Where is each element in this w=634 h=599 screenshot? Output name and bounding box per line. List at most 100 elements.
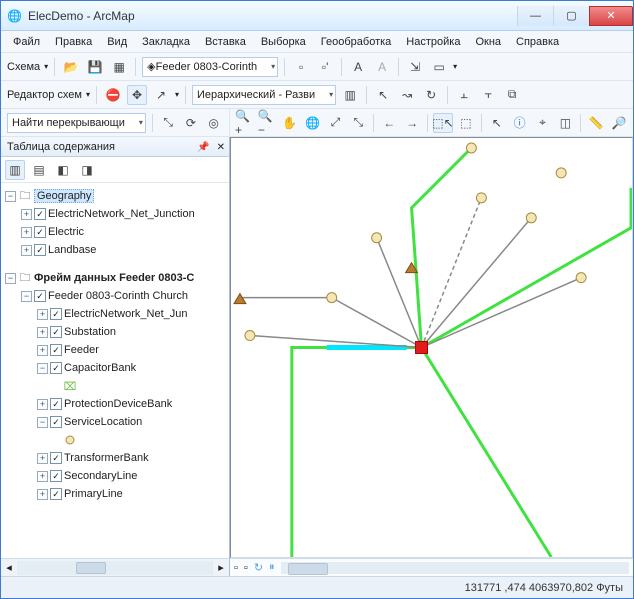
close-button[interactable]: ✕ xyxy=(589,6,633,26)
collapse-icon[interactable]: − xyxy=(21,291,32,302)
map-view[interactable] xyxy=(230,137,633,558)
collapse-icon[interactable]: − xyxy=(37,363,48,374)
fixed-zoomout-button[interactable]: ⤡ xyxy=(348,113,368,133)
expand-icon[interactable]: + xyxy=(37,489,48,500)
find-dropdown[interactable]: Найти перекрывающи ▾ xyxy=(7,113,146,133)
menu-bookmarks[interactable]: Закладка xyxy=(136,34,196,50)
menu-geoprocessing[interactable]: Геообработка xyxy=(315,34,398,50)
list-by-selection-button[interactable]: ◨ xyxy=(77,160,97,180)
select-tool-button[interactable]: ↖ xyxy=(373,85,393,105)
data-view-button[interactable]: ▫ xyxy=(234,562,238,574)
zoom-out-button[interactable]: 🔍− xyxy=(257,113,277,133)
expand-icon[interactable]: + xyxy=(21,209,32,220)
generate-button[interactable]: ⇲ xyxy=(405,57,425,77)
feeder-dropdown[interactable]: ◈ Feeder 0803-Corinth ▾ xyxy=(142,57,278,77)
schematic-menu-caret[interactable]: ▾ xyxy=(44,62,48,71)
menu-help[interactable]: Справка xyxy=(510,34,565,50)
layer-item[interactable]: Feeder xyxy=(64,344,99,356)
editor-menu-caret[interactable]: ▾ xyxy=(86,90,90,99)
menu-edit[interactable]: Правка xyxy=(49,34,98,50)
layer-item[interactable]: Electric xyxy=(48,226,84,238)
expand-icon[interactable]: + xyxy=(37,345,48,356)
net-tool1-button[interactable]: ⤡ xyxy=(159,113,178,133)
caret-icon[interactable]: ▾ xyxy=(453,62,457,71)
layer-item[interactable]: ServiceLocation xyxy=(64,416,142,428)
full-extent-button[interactable]: 🌐 xyxy=(303,113,323,133)
menu-selection[interactable]: Выборка xyxy=(255,34,312,50)
save-diagram-button[interactable]: 💾 xyxy=(85,57,105,77)
minimize-button[interactable]: — xyxy=(517,6,553,26)
collapse-icon[interactable]: − xyxy=(5,273,16,284)
layer-item[interactable]: SecondaryLine xyxy=(64,470,137,482)
align-h-button[interactable]: ⫠ xyxy=(454,85,474,105)
checkbox[interactable]: ✓ xyxy=(50,344,62,356)
layer-item[interactable]: PrimaryLine xyxy=(64,488,123,500)
html-popup-button[interactable]: ◫ xyxy=(556,113,576,133)
find-button[interactable]: 🔎 xyxy=(609,113,629,133)
expand-icon[interactable]: + xyxy=(37,327,48,338)
stop-editing-button[interactable]: ⛔ xyxy=(103,85,123,105)
move-tool-button[interactable]: ✥ xyxy=(127,85,147,105)
checkbox[interactable]: ✓ xyxy=(50,362,62,374)
rotate-tool-button[interactable]: ↻ xyxy=(421,85,441,105)
pointer-button[interactable]: ↖ xyxy=(487,113,507,133)
zoom-in-button[interactable]: 🔍+ xyxy=(234,113,254,133)
layer-feeder-root[interactable]: Feeder 0803-Corinth Church xyxy=(48,290,188,302)
checkbox[interactable]: ✓ xyxy=(50,452,62,464)
collapse-icon[interactable]: − xyxy=(37,417,48,428)
fixed-zoomin-button[interactable]: ⤢ xyxy=(326,113,346,133)
measure-button[interactable]: 📏 xyxy=(586,113,606,133)
propagate2-button[interactable]: ▫' xyxy=(315,57,335,77)
checkbox[interactable]: ✓ xyxy=(50,470,62,482)
pan-button[interactable]: ✋ xyxy=(280,113,300,133)
back-button[interactable]: ← xyxy=(379,113,399,133)
layer-geography[interactable]: Geography xyxy=(34,189,94,203)
layout-dropdown[interactable]: Иерархический - Разви ▾ xyxy=(192,85,336,105)
checkbox[interactable]: ✓ xyxy=(34,208,46,220)
collapse-icon[interactable]: − xyxy=(5,191,16,202)
identify-button[interactable]: ⓘ xyxy=(510,113,530,133)
menu-file[interactable]: Файл xyxy=(7,34,46,50)
checkbox[interactable]: ✓ xyxy=(34,244,46,256)
edit-vertices-button[interactable]: ↗ xyxy=(151,85,171,105)
expand-icon[interactable]: + xyxy=(21,227,32,238)
hyperlink-button[interactable]: ⌖ xyxy=(533,113,553,133)
checkbox[interactable]: ✓ xyxy=(50,326,62,338)
net-tool2-button[interactable]: ⟳ xyxy=(182,113,201,133)
pin-icon[interactable]: 📌 xyxy=(197,142,209,153)
caret-icon[interactable]: ▾ xyxy=(175,90,179,99)
apply-layout-button[interactable]: ▥ xyxy=(340,85,360,105)
toc-scrollbar[interactable]: ◂ ▸ xyxy=(1,558,229,576)
menu-windows[interactable]: Окна xyxy=(469,34,507,50)
layer-item[interactable]: Substation xyxy=(64,326,116,338)
layer-item[interactable]: Landbase xyxy=(48,244,96,256)
list-by-drawing-button[interactable]: ▥ xyxy=(5,160,25,180)
trace-tool-button[interactable]: ↝ xyxy=(397,85,417,105)
layer-item[interactable]: TransformerBank xyxy=(64,452,149,464)
layer-item[interactable]: ProtectionDeviceBank xyxy=(64,398,172,410)
layer-item[interactable]: CapacitorBank xyxy=(64,362,136,374)
layer-item[interactable]: ElectricNetwork_Net_Jun xyxy=(64,308,188,320)
checkbox[interactable]: ✓ xyxy=(50,488,62,500)
checkbox[interactable]: ✓ xyxy=(34,290,46,302)
maximize-button[interactable]: ▢ xyxy=(553,6,589,26)
layout-view-button[interactable]: ▫ xyxy=(244,562,248,574)
clear-selection-button[interactable]: ⬚ xyxy=(456,113,476,133)
expand-icon[interactable]: + xyxy=(37,471,48,482)
open-folder-button[interactable]: 📂 xyxy=(61,57,81,77)
align-v-button[interactable]: ⫟ xyxy=(478,85,498,105)
propagate-button[interactable]: ▫ xyxy=(291,57,311,77)
expand-icon[interactable]: + xyxy=(37,453,48,464)
text-a1-button[interactable]: A xyxy=(348,57,368,77)
checkbox[interactable]: ✓ xyxy=(50,398,62,410)
generate2-button[interactable]: ▭ xyxy=(429,57,449,77)
layer-item[interactable]: ElectricNetwork_Net_Junction xyxy=(48,208,195,220)
text-a2-button[interactable]: A xyxy=(372,57,392,77)
menu-insert[interactable]: Вставка xyxy=(199,34,252,50)
checkbox[interactable]: ✓ xyxy=(34,226,46,238)
pause-icon[interactable]: ⏸ xyxy=(269,561,275,574)
expand-icon[interactable]: + xyxy=(21,245,32,256)
net-tool3-button[interactable]: ◎ xyxy=(204,113,223,133)
checkbox[interactable]: ✓ xyxy=(50,308,62,320)
menu-customize[interactable]: Настройка xyxy=(400,34,466,50)
